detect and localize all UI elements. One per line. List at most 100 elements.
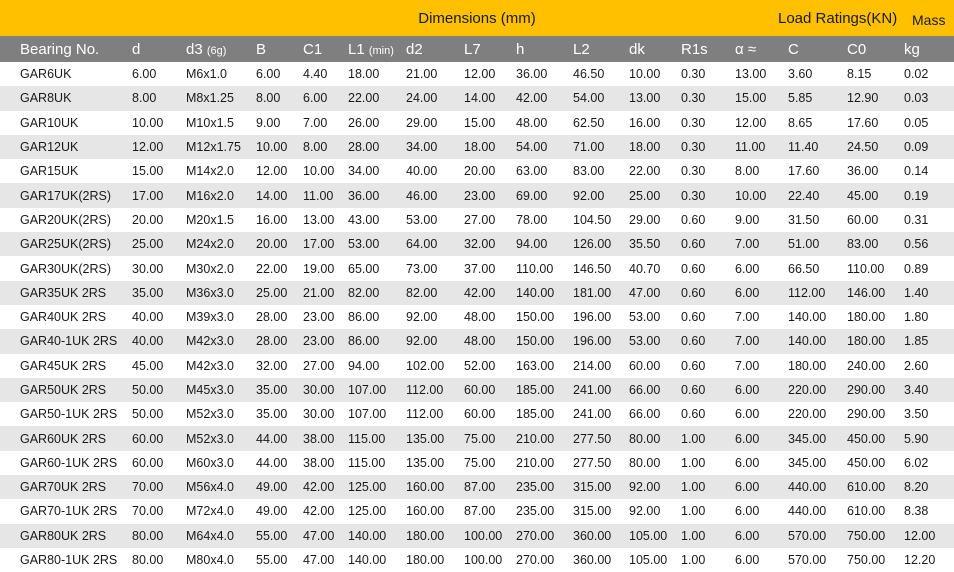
value-cell: 7.00 (729, 353, 782, 378)
value-cell: 112.00 (782, 280, 841, 305)
value-cell: 110.00 (841, 256, 898, 281)
column-header-label: C (788, 40, 799, 58)
value-cell: 35.00 (126, 280, 180, 305)
value-cell: 6.00 (729, 523, 782, 548)
value-cell: 6.00 (729, 450, 782, 476)
value-cell: 30.00 (297, 402, 342, 427)
value-cell: 22.40 (782, 183, 841, 208)
value-cell: 107.00 (342, 402, 400, 427)
value-cell: 13.00 (297, 207, 342, 233)
value-cell: 11.00 (729, 134, 782, 160)
value-cell: 25.00 (250, 280, 297, 305)
value-cell: 0.30 (675, 159, 729, 184)
value-cell: 196.00 (567, 329, 623, 354)
value-cell: 450.00 (841, 426, 898, 451)
value-cell: 1.80 (898, 304, 954, 330)
value-cell: 8.15 (841, 62, 898, 87)
value-cell: M16x2.0 (180, 183, 250, 208)
value-cell: 70.00 (126, 499, 180, 524)
value-cell: 104.50 (567, 207, 623, 233)
value-cell: 34.00 (400, 134, 458, 160)
value-cell: 21.00 (400, 62, 458, 87)
value-cell: M36x3.0 (180, 280, 250, 305)
value-cell: 42.00 (297, 499, 342, 524)
value-cell: 6.00 (729, 499, 782, 524)
value-cell: 315.00 (567, 499, 623, 524)
value-cell: 210.00 (510, 426, 567, 451)
value-cell: 25.00 (623, 183, 675, 208)
value-cell: 150.00 (510, 329, 567, 354)
value-cell: 6.00 (297, 86, 342, 111)
value-cell: 40.00 (126, 304, 180, 330)
value-cell: 66.00 (623, 377, 675, 403)
value-cell: 87.00 (458, 499, 510, 524)
value-cell: 10.00 (250, 134, 297, 160)
value-cell: 160.00 (400, 499, 458, 524)
value-cell: 3.50 (898, 402, 954, 427)
value-cell: 92.00 (400, 304, 458, 330)
value-cell: 0.05 (898, 110, 954, 135)
value-cell: M20x1.5 (180, 207, 250, 233)
value-cell: 0.60 (675, 304, 729, 330)
value-cell: 23.00 (297, 304, 342, 330)
value-cell: 0.60 (675, 232, 729, 257)
column-header: C0 (841, 36, 898, 62)
value-cell: 277.50 (567, 450, 623, 476)
value-cell: 16.00 (250, 207, 297, 233)
value-cell: 6.00 (126, 62, 180, 87)
value-cell: 53.00 (623, 329, 675, 354)
value-cell: 9.00 (729, 207, 782, 233)
value-cell: M52x3.0 (180, 426, 250, 451)
column-header-label: C0 (847, 40, 867, 58)
column-header: d3 (6g) (180, 36, 250, 62)
column-header: L7 (458, 36, 510, 62)
value-cell: 29.00 (623, 207, 675, 233)
value-cell: 440.00 (782, 475, 841, 500)
column-header-label: B (256, 40, 267, 58)
value-cell: 20.00 (250, 232, 297, 257)
column-header: dk (623, 36, 675, 62)
value-cell: 92.00 (567, 183, 623, 208)
value-cell: 16.00 (623, 110, 675, 135)
column-header: B (250, 36, 297, 62)
table-row: GAR50UK 2RS 50.00 M45x3.0 35.00 30.00 107.00 1… (0, 377, 954, 403)
load-ratings-heading: Load Ratings(KN) (778, 10, 898, 27)
value-cell: 54.00 (510, 134, 567, 160)
value-cell: 210.00 (510, 450, 567, 476)
value-cell: 315.00 (567, 475, 623, 500)
value-cell: 83.00 (567, 159, 623, 184)
value-cell: 570.00 (782, 547, 841, 572)
value-cell: 35.00 (250, 377, 297, 403)
value-cell: M60x3.0 (180, 450, 250, 476)
value-cell: 6.00 (729, 256, 782, 281)
value-cell: 196.00 (567, 304, 623, 330)
table-row: GAR40-1UK 2RS 40.00 M42x3.0 28.00 23.00 86.00… (0, 329, 954, 354)
value-cell: 181.00 (567, 280, 623, 305)
header-row: Bearing No. d d3 (6g) B C1 L1 (min) d2 L7 h L2 dk R… (0, 36, 954, 62)
column-header: L1 (min) (342, 36, 400, 62)
value-cell: 22.00 (623, 159, 675, 184)
column-header-label: dk (629, 40, 645, 58)
column-header: α ≈ (729, 36, 782, 62)
table-row: GAR45UK 2RS 45.00 M42x3.0 32.00 27.00 94.00 10… (0, 353, 954, 378)
value-cell: 32.00 (458, 232, 510, 257)
table-row: GAR80UK 2RS 80.00 M64x4.0 55.00 47.00 140.00 1… (0, 523, 954, 548)
value-cell: 277.50 (567, 426, 623, 451)
value-cell: M14x2.0 (180, 159, 250, 184)
value-cell: 94.00 (342, 353, 400, 378)
value-cell: 135.00 (400, 426, 458, 451)
value-cell: 13.00 (623, 86, 675, 111)
value-cell: 112.00 (400, 402, 458, 427)
value-cell: 80.00 (126, 547, 180, 572)
column-header: kg (898, 36, 954, 62)
value-cell: 11.00 (297, 183, 342, 208)
value-cell: 42.00 (510, 86, 567, 111)
value-cell: 38.00 (297, 426, 342, 451)
value-cell: 5.90 (898, 426, 954, 451)
value-cell: 160.00 (400, 475, 458, 500)
table-row: GAR60UK 2RS 60.00 M52x3.0 44.00 38.00 115.00 1… (0, 426, 954, 451)
value-cell: 17.60 (782, 159, 841, 184)
bearing-number-cell: GAR45UK 2RS (0, 353, 126, 378)
value-cell: 63.00 (510, 159, 567, 184)
value-cell: 25.00 (126, 232, 180, 257)
